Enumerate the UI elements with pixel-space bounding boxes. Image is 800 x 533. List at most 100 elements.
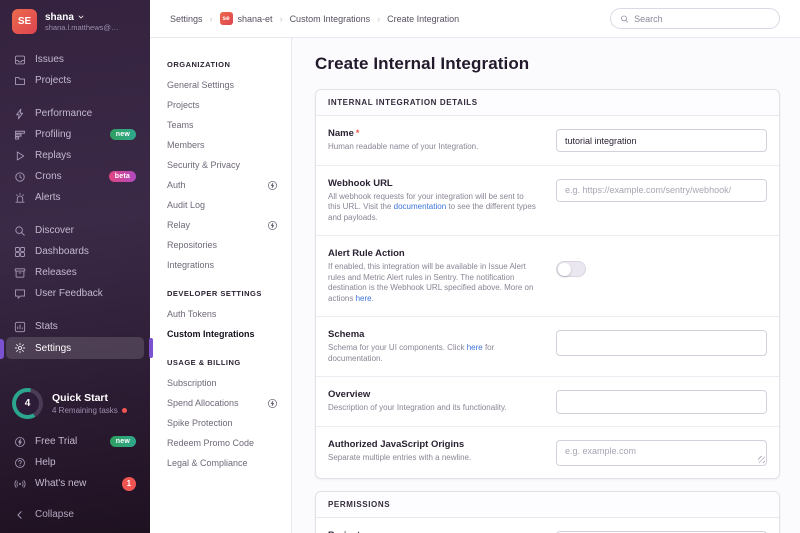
field-label: Alert Rule Action	[328, 248, 538, 259]
settings-nav-spend-allocations[interactable]: Spend Allocations	[167, 393, 291, 413]
settings-nav-members[interactable]: Members	[167, 135, 291, 155]
search-input[interactable]	[634, 14, 770, 24]
settings-nav-subscription[interactable]: Subscription	[167, 373, 291, 393]
field-label: Name*	[328, 128, 538, 139]
feedback-icon	[14, 288, 26, 300]
quickstart-progress-ring: 4	[12, 388, 43, 419]
settings-nav-relay[interactable]: Relay	[167, 215, 291, 235]
nav-item-whats-new[interactable]: What's new 1	[0, 473, 150, 494]
settings-nav-redeem-promo-code[interactable]: Redeem Promo Code	[167, 433, 291, 453]
field-help: Description of your Integration and its …	[328, 403, 538, 414]
documentation-link[interactable]: documentation	[394, 202, 446, 211]
breadcrumb-create-integration[interactable]: Create Integration	[387, 14, 459, 24]
settings-nav-repositories[interactable]: Repositories	[167, 235, 291, 255]
nav-item-crons[interactable]: Cronsbeta	[0, 166, 150, 187]
nav-item-performance[interactable]: Performance	[0, 103, 150, 124]
settings-nav-legal-compliance[interactable]: Legal & Compliance	[167, 453, 291, 473]
nav-item-discover[interactable]: Discover	[0, 220, 150, 241]
user-name: shana	[45, 12, 74, 23]
alert-rule-action-toggle[interactable]	[556, 261, 586, 277]
nav-item-releases[interactable]: Releases	[0, 262, 150, 283]
settings-nav-custom-integrations[interactable]: Custom Integrations	[167, 324, 291, 344]
name-input[interactable]	[556, 129, 767, 152]
nav-item-replays[interactable]: Replays	[0, 145, 150, 166]
nav-label: Discover	[35, 225, 74, 236]
nav-label: Profiling	[35, 129, 71, 140]
nav-label: Alerts	[35, 192, 61, 203]
gear-icon	[14, 342, 26, 354]
settings-nav-security-privacy[interactable]: Security & Privacy	[167, 155, 291, 175]
actions-here-link[interactable]: here	[356, 294, 372, 303]
broadcast-icon	[14, 478, 26, 490]
profiling-icon	[14, 129, 26, 141]
discover-icon	[14, 225, 26, 237]
sidebar-resize-handle[interactable]	[149, 338, 153, 358]
issues-icon	[14, 54, 26, 66]
collapse-button[interactable]: Collapse	[0, 504, 150, 525]
field-help: All webhook requests for your integratio…	[328, 192, 538, 224]
projects-icon	[14, 75, 26, 87]
nav-item-profiling[interactable]: Profilingnew	[0, 124, 150, 145]
sidebar-footer: 4 Quick Start 4 Remaining tasks Free Tri…	[0, 388, 150, 533]
main-content: Create Internal Integration INTERNAL INT…	[292, 38, 800, 533]
breadcrumb-org-label: shana-et	[238, 14, 273, 24]
field-help: Schema for your UI components. Click her…	[328, 343, 538, 364]
breadcrumb-org[interactable]: se shana-et	[220, 12, 273, 25]
breadcrumb-custom-integrations[interactable]: Custom Integrations	[290, 14, 371, 24]
nav-item-settings[interactable]: Settings	[6, 337, 144, 359]
settings-nav-auth-tokens[interactable]: Auth Tokens	[167, 304, 291, 324]
count-badge: 1	[122, 477, 136, 491]
dashboards-icon	[14, 246, 26, 258]
quickstart-subtitle: 4 Remaining tasks	[52, 406, 118, 415]
stats-icon	[14, 321, 26, 333]
upsell-icon	[267, 180, 278, 191]
user-menu[interactable]: SE shana shana.l.matthews@…	[0, 0, 150, 38]
settings-nav-auth[interactable]: Auth	[167, 175, 291, 195]
org-avatar: se	[220, 12, 233, 25]
upsell-icon	[267, 220, 278, 231]
nav-item-projects[interactable]: Projects	[0, 70, 150, 91]
breadcrumb-settings[interactable]: Settings	[170, 14, 203, 24]
schema-docs-link[interactable]: here	[467, 343, 483, 352]
search-box[interactable]	[610, 8, 780, 29]
nav-label: What's new	[35, 478, 86, 489]
nav-item-issues[interactable]: Issues	[0, 49, 150, 70]
app-sidebar: SE shana shana.l.matthews@… Issues Proje…	[0, 0, 150, 533]
nav-item-free-trial[interactable]: Free Trialnew	[0, 431, 150, 452]
breadcrumb-separator: ›	[210, 14, 213, 24]
nav-group-title: ORGANIZATION	[167, 60, 291, 69]
settings-nav-spike-protection[interactable]: Spike Protection	[167, 413, 291, 433]
nav-group-title: DEVELOPER SETTINGS	[167, 289, 291, 298]
quickstart[interactable]: 4 Quick Start 4 Remaining tasks	[0, 388, 150, 419]
schema-textarea[interactable]	[556, 330, 767, 356]
breadcrumb-separator: ›	[377, 14, 380, 24]
field-row-alert-rule-action: Alert Rule Action If enabled, this integ…	[316, 236, 779, 317]
settings-nav-general-settings[interactable]: General Settings	[167, 75, 291, 95]
permissions-panel: PERMISSIONS Project	[315, 491, 780, 533]
performance-icon	[14, 108, 26, 120]
beta-badge: beta	[109, 171, 136, 182]
avatar: SE	[12, 9, 37, 34]
nav-item-alerts[interactable]: Alerts	[0, 187, 150, 208]
page-title: Create Internal Integration	[315, 54, 780, 74]
nav-item-user-feedback[interactable]: User Feedback	[0, 283, 150, 304]
nav-item-help[interactable]: Help	[0, 452, 150, 473]
webhook-url-input[interactable]	[556, 179, 767, 202]
settings-nav: ORGANIZATION General Settings Projects T…	[150, 38, 292, 533]
settings-nav-audit-log[interactable]: Audit Log	[167, 195, 291, 215]
field-label: Authorized JavaScript Origins	[328, 439, 538, 450]
settings-nav-teams[interactable]: Teams	[167, 115, 291, 135]
nav-label: Replays	[35, 150, 71, 161]
overview-textarea[interactable]	[556, 390, 767, 414]
nav-item-dashboards[interactable]: Dashboards	[0, 241, 150, 262]
authorized-js-origins-textarea[interactable]	[556, 440, 767, 466]
nav-label: Settings	[35, 343, 71, 354]
nav-item-stats[interactable]: Stats	[0, 316, 150, 337]
settings-nav-projects[interactable]: Projects	[167, 95, 291, 115]
replays-icon	[14, 150, 26, 162]
panel-header: INTERNAL INTEGRATION DETAILS	[316, 90, 779, 116]
settings-nav-integrations[interactable]: Integrations	[167, 255, 291, 275]
alerts-icon	[14, 192, 26, 204]
topbar: Settings › se shana-et › Custom Integrat…	[150, 0, 800, 38]
upsell-icon	[267, 398, 278, 409]
